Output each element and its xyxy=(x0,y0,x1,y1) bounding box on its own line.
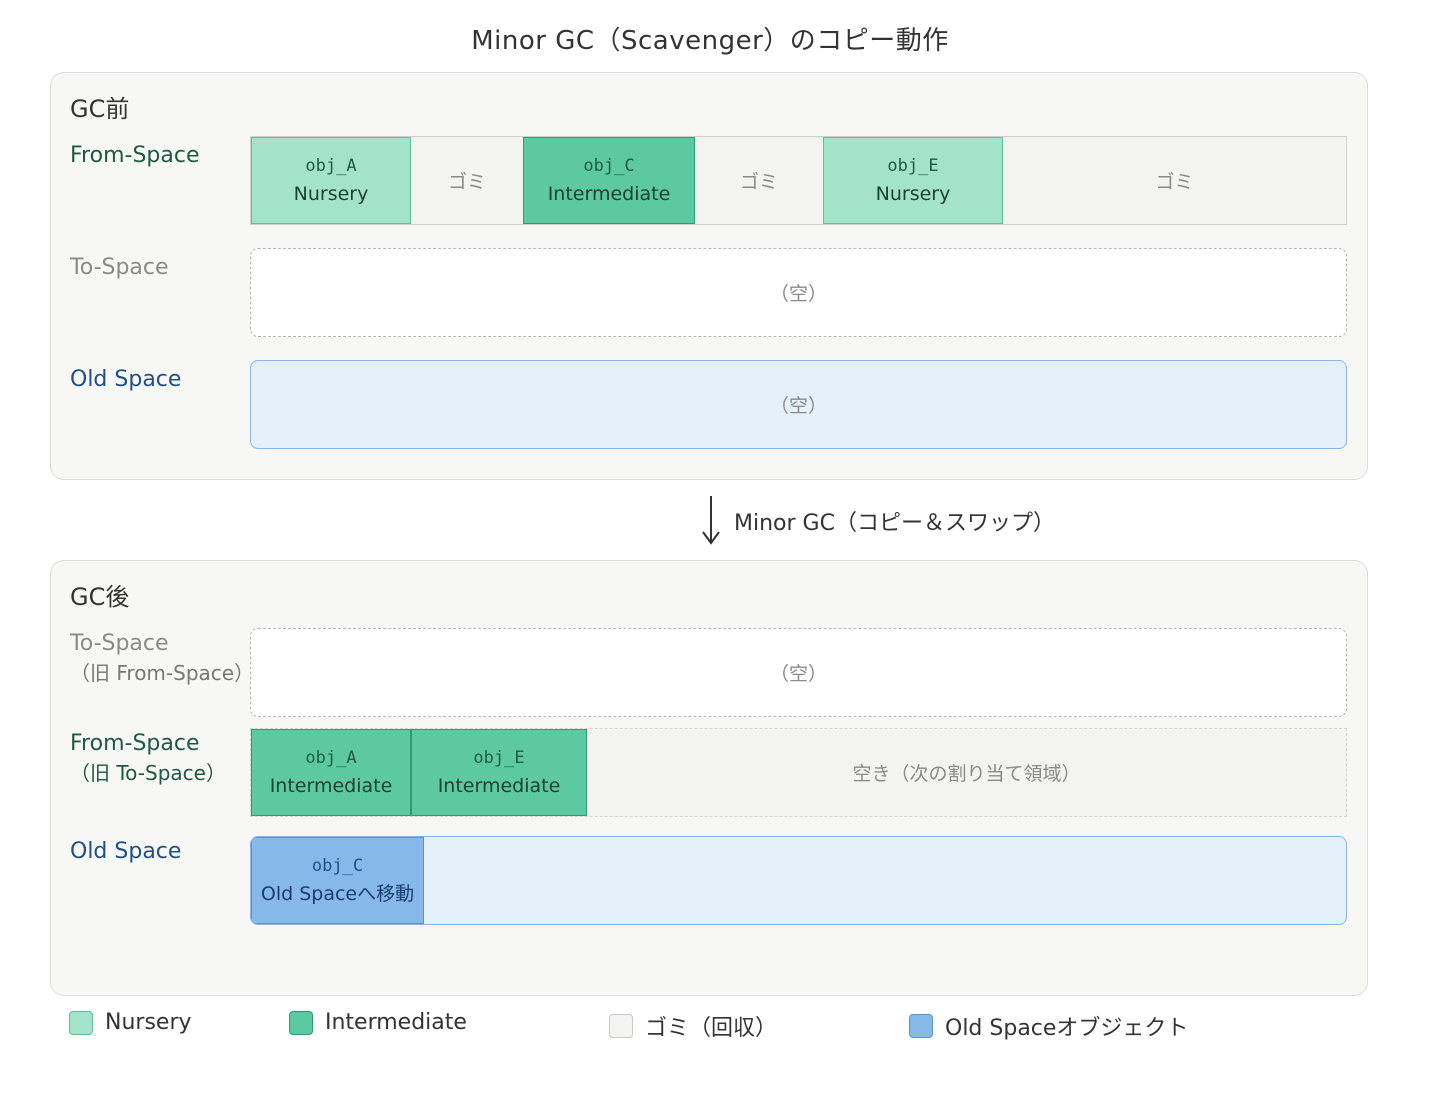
panel-before-title: GC前 xyxy=(70,95,130,123)
before-obj-e-block: obj_E Nursery xyxy=(823,137,1003,224)
legend-nursery-swatch xyxy=(69,1010,93,1035)
after-obj-a-name: obj_A xyxy=(305,747,357,768)
diagram-title: Minor GC（Scavenger）のコピー動作 xyxy=(471,26,949,56)
legend-old-object-label: Old Spaceオブジェクト xyxy=(945,1016,1189,1041)
before-old-space-empty: （空） xyxy=(769,395,827,417)
arrow-label: Minor GC（コピー＆スワップ） xyxy=(734,511,1055,536)
after-obj-a-kind: Intermediate xyxy=(269,774,393,797)
after-obj-c-block: obj_C Old Spaceへ移動 xyxy=(251,837,424,924)
before-obj-c-name: obj_C xyxy=(583,155,635,176)
before-obj-a-kind: Nursery xyxy=(293,182,369,205)
panel-after-title: GC後 xyxy=(70,583,130,611)
legend-old-object: Old Spaceオブジェクト xyxy=(909,1010,1188,1042)
legend-garbage-swatch xyxy=(609,1014,633,1038)
after-to-space-label: To-Space xyxy=(70,631,169,656)
after-free-area: 空き（次の割り当て領域） xyxy=(587,729,1346,816)
after-to-space-empty: （空） xyxy=(769,663,827,685)
after-obj-a-block: obj_A Intermediate xyxy=(251,729,411,816)
before-garbage-block-3: ゴミ xyxy=(1003,137,1346,224)
before-obj-e-name: obj_E xyxy=(887,155,939,176)
after-from-space-sub: （旧 To-Space） xyxy=(70,761,226,785)
panel-before: GC前 From-Space obj_A Nursery ゴミ obj_C In… xyxy=(50,72,1368,480)
legend-intermediate: Intermediate xyxy=(289,1010,467,1035)
legend-nursery: Nursery xyxy=(69,1010,192,1035)
before-obj-a-block: obj_A Nursery xyxy=(251,137,411,224)
before-to-space-label: To-Space xyxy=(70,255,169,280)
before-garbage-label-1: ゴミ xyxy=(447,171,486,193)
before-old-space-bar: （空） xyxy=(250,360,1347,449)
before-garbage-label-3: ゴミ xyxy=(1155,171,1194,193)
after-obj-e-kind: Intermediate xyxy=(437,774,561,797)
after-to-space-bar: （空） xyxy=(250,628,1347,717)
before-garbage-block-1: ゴミ xyxy=(411,137,523,224)
before-obj-e-kind: Nursery xyxy=(875,182,951,205)
before-obj-c-block: obj_C Intermediate xyxy=(523,137,695,224)
legend-nursery-label: Nursery xyxy=(105,1010,192,1035)
after-obj-c-name: obj_C xyxy=(311,855,364,876)
after-to-space-sub: （旧 From-Space） xyxy=(70,661,255,685)
after-obj-e-block: obj_E Intermediate xyxy=(411,729,587,816)
before-from-space-label: From-Space xyxy=(70,143,200,168)
before-old-space-label: Old Space xyxy=(70,367,182,392)
legend-intermediate-label: Intermediate xyxy=(325,1010,467,1035)
before-garbage-label-2: ゴミ xyxy=(739,171,778,193)
legend-intermediate-swatch xyxy=(289,1010,313,1035)
before-to-space-bar: （空） xyxy=(250,248,1347,337)
after-from-space-label: From-Space xyxy=(70,731,200,756)
after-from-space-bar: obj_A Intermediate obj_E Intermediate 空き… xyxy=(250,728,1347,817)
panel-after: GC後 To-Space （旧 From-Space） （空） From-Spa… xyxy=(50,560,1368,996)
after-old-space-label: Old Space xyxy=(70,839,182,864)
before-to-space-empty: （空） xyxy=(769,283,827,305)
after-obj-c-kind: Old Spaceへ移動 xyxy=(260,882,415,905)
after-obj-e-name: obj_E xyxy=(473,747,525,768)
before-obj-c-kind: Intermediate xyxy=(547,182,671,205)
legend-old-object-swatch xyxy=(909,1014,933,1038)
legend-garbage: ゴミ（回収） xyxy=(609,1010,777,1042)
after-old-space-bar: obj_C Old Spaceへ移動 xyxy=(250,836,1347,925)
before-garbage-block-2: ゴミ xyxy=(695,137,823,224)
after-free-area-label: 空き（次の割り当て領域） xyxy=(852,763,1081,785)
down-arrow-icon xyxy=(700,494,722,546)
before-from-space-bar: obj_A Nursery ゴミ obj_C Intermediate ゴミ o… xyxy=(250,136,1347,225)
before-obj-a-name: obj_A xyxy=(305,155,357,176)
legend-garbage-label: ゴミ（回収） xyxy=(645,1016,778,1041)
